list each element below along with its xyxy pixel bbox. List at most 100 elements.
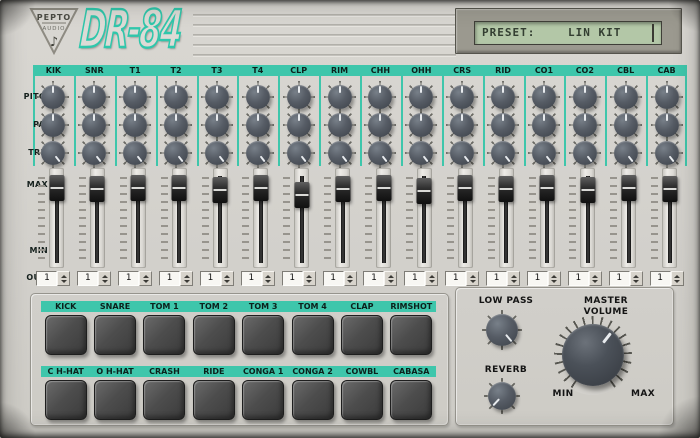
out-stepper-t1[interactable] <box>139 271 152 286</box>
fader-handle-t2[interactable] <box>172 175 187 201</box>
pad-kick[interactable] <box>45 315 87 355</box>
reverb-knob[interactable] <box>488 382 516 410</box>
out-value-cab[interactable]: 1 <box>650 271 671 286</box>
knob-pitch-clp[interactable] <box>287 85 311 109</box>
knob-trim-t2[interactable] <box>164 141 188 165</box>
knob-trim-co2[interactable] <box>573 141 597 165</box>
out-stepper-rid[interactable] <box>507 271 520 286</box>
fader-track-t3[interactable] <box>213 168 228 268</box>
fader-handle-kik[interactable] <box>49 175 64 201</box>
out-stepper-co2[interactable] <box>589 271 602 286</box>
master-volume-knob[interactable] <box>562 324 624 386</box>
knob-pitch-chh[interactable] <box>368 85 392 109</box>
knob-trim-crs[interactable] <box>450 141 474 165</box>
pad-tom-3[interactable] <box>242 315 284 355</box>
knob-pan-cab[interactable] <box>655 113 679 137</box>
knob-pan-clp[interactable] <box>287 113 311 137</box>
pad-tom-1[interactable] <box>143 315 185 355</box>
out-value-t3[interactable]: 1 <box>200 271 221 286</box>
pad-conga-2[interactable] <box>292 380 334 420</box>
fader-handle-snr[interactable] <box>90 176 105 202</box>
fader-track-rid[interactable] <box>499 168 514 268</box>
out-stepper-t4[interactable] <box>262 271 275 286</box>
fader-handle-cbl[interactable] <box>621 175 636 201</box>
pad-ride[interactable] <box>193 380 235 420</box>
knob-pitch-t3[interactable] <box>205 85 229 109</box>
knob-pan-t3[interactable] <box>205 113 229 137</box>
fader-handle-clp[interactable] <box>294 182 309 208</box>
pad-conga-1[interactable] <box>242 380 284 420</box>
pad-c-h-hat[interactable] <box>45 380 87 420</box>
knob-pan-t2[interactable] <box>164 113 188 137</box>
pad-cowbl[interactable] <box>341 380 383 420</box>
knob-trim-rid[interactable] <box>491 141 515 165</box>
pad-tom-2[interactable] <box>193 315 235 355</box>
knob-pan-co2[interactable] <box>573 113 597 137</box>
out-stepper-crs[interactable] <box>466 271 479 286</box>
fader-track-co1[interactable] <box>540 168 555 268</box>
fader-track-t2[interactable] <box>172 168 187 268</box>
low-pass-knob[interactable] <box>486 314 518 346</box>
knob-pan-rim[interactable] <box>328 113 352 137</box>
knob-pitch-rim[interactable] <box>328 85 352 109</box>
knob-pan-chh[interactable] <box>368 113 392 137</box>
fader-handle-t4[interactable] <box>253 175 268 201</box>
knob-pan-co1[interactable] <box>532 113 556 137</box>
knob-pan-cbl[interactable] <box>614 113 638 137</box>
out-stepper-cab[interactable] <box>671 271 684 286</box>
fader-track-rim[interactable] <box>335 168 350 268</box>
knob-pan-kik[interactable] <box>41 113 65 137</box>
knob-pan-snr[interactable] <box>82 113 106 137</box>
knob-pan-ohh[interactable] <box>409 113 433 137</box>
fader-track-snr[interactable] <box>90 168 105 268</box>
out-value-rim[interactable]: 1 <box>323 271 344 286</box>
knob-trim-cbl[interactable] <box>614 141 638 165</box>
out-value-t2[interactable]: 1 <box>159 271 180 286</box>
pad-crash[interactable] <box>143 380 185 420</box>
knob-trim-ohh[interactable] <box>409 141 433 165</box>
out-value-rid[interactable]: 1 <box>486 271 507 286</box>
fader-track-t1[interactable] <box>131 168 146 268</box>
fader-handle-crs[interactable] <box>458 175 473 201</box>
out-value-clp[interactable]: 1 <box>282 271 303 286</box>
out-stepper-ohh[interactable] <box>425 271 438 286</box>
fader-track-clp[interactable] <box>294 168 309 268</box>
knob-pan-rid[interactable] <box>491 113 515 137</box>
fader-handle-t3[interactable] <box>213 177 228 203</box>
knob-pitch-cbl[interactable] <box>614 85 638 109</box>
knob-pitch-crs[interactable] <box>450 85 474 109</box>
out-stepper-t2[interactable] <box>180 271 193 286</box>
knob-pitch-ohh[interactable] <box>409 85 433 109</box>
out-value-cbl[interactable]: 1 <box>609 271 630 286</box>
fader-handle-ohh[interactable] <box>417 178 432 204</box>
knob-trim-t1[interactable] <box>123 141 147 165</box>
knob-pitch-t1[interactable] <box>123 85 147 109</box>
fader-track-crs[interactable] <box>458 168 473 268</box>
knob-trim-snr[interactable] <box>82 141 106 165</box>
knob-pitch-co1[interactable] <box>532 85 556 109</box>
out-stepper-rim[interactable] <box>344 271 357 286</box>
fader-handle-co1[interactable] <box>540 175 555 201</box>
preset-display[interactable]: PRESET: LIN KIT <box>474 21 662 45</box>
out-value-crs[interactable]: 1 <box>445 271 466 286</box>
out-stepper-chh[interactable] <box>384 271 397 286</box>
knob-trim-chh[interactable] <box>368 141 392 165</box>
fader-track-cab[interactable] <box>662 168 677 268</box>
knob-trim-cab[interactable] <box>655 141 679 165</box>
out-stepper-cbl[interactable] <box>630 271 643 286</box>
out-value-snr[interactable]: 1 <box>77 271 98 286</box>
fader-handle-chh[interactable] <box>376 175 391 201</box>
fader-handle-rid[interactable] <box>499 176 514 202</box>
fader-handle-co2[interactable] <box>580 177 595 203</box>
out-value-ohh[interactable]: 1 <box>404 271 425 286</box>
fader-track-kik[interactable] <box>49 168 64 268</box>
knob-trim-kik[interactable] <box>41 141 65 165</box>
pad-clap[interactable] <box>341 315 383 355</box>
knob-trim-rim[interactable] <box>328 141 352 165</box>
knob-trim-clp[interactable] <box>287 141 311 165</box>
pad-tom-4[interactable] <box>292 315 334 355</box>
out-value-co1[interactable]: 1 <box>527 271 548 286</box>
out-value-kik[interactable]: 1 <box>36 271 57 286</box>
pad-rimshot[interactable] <box>390 315 432 355</box>
knob-pitch-kik[interactable] <box>41 85 65 109</box>
